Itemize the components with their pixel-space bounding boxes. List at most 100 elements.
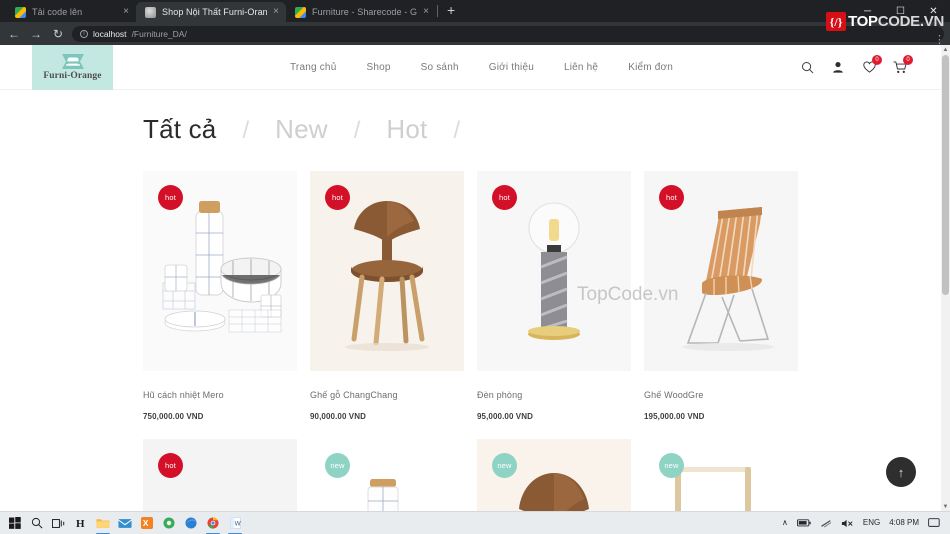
product-tag-badge: hot — [158, 453, 183, 478]
site-logo[interactable]: Furni-Orange — [32, 45, 113, 90]
product-thumbnail[interactable]: new — [310, 439, 464, 511]
chrome-menu-icon[interactable]: ⋮ — [934, 35, 945, 46]
product-card[interactable]: hot — [143, 171, 297, 421]
product-price: 195,000.00 VND — [644, 412, 705, 421]
user-icon[interactable] — [831, 60, 845, 74]
product-tag-badge: hot — [325, 185, 350, 210]
main-navigation: Trang chủ Shop So sánh Giới thiệu Liên h… — [290, 62, 673, 73]
task-view-icon[interactable] — [48, 512, 70, 534]
topcode-wordmark: TOPCODE.VN — [848, 14, 944, 29]
filter-separator: / — [353, 117, 361, 144]
scroll-up-arrow-icon[interactable]: ▲ — [941, 45, 950, 54]
tab-divider — [437, 5, 438, 17]
filter-separator: / — [242, 117, 250, 144]
chrome-canary-icon[interactable] — [158, 512, 180, 534]
page-scrollbar[interactable]: ▲ ▼ — [941, 45, 950, 511]
browser-tab-1[interactable]: Tải code lên × — [6, 2, 136, 22]
topcode-word-top: TOP — [848, 13, 878, 30]
product-thumbnail[interactable]: hot — [477, 171, 631, 371]
site-header: Furni-Orange Trang chủ Shop So sánh Giới… — [0, 45, 941, 90]
svg-text:H: H — [76, 518, 85, 529]
product-card[interactable]: hot — [310, 171, 464, 421]
clock[interactable]: 4:08 PM — [889, 519, 919, 527]
browser-tab-2[interactable]: Shop Nội Thất Furni-Orange × — [136, 2, 286, 22]
filter-tab-tat-ca[interactable]: Tất cả — [143, 114, 216, 145]
topcode-watermark-badge: {/} TOPCODE.VN ⋮ — [826, 11, 945, 46]
product-card[interactable]: new — [477, 439, 631, 511]
product-thumbnail[interactable]: new — [644, 439, 798, 511]
filter-separator: / — [453, 117, 461, 144]
scroll-to-top-button[interactable]: ↑ — [886, 457, 916, 487]
site-info-icon[interactable]: i — [80, 29, 88, 38]
tab-close-icon[interactable]: × — [273, 7, 279, 17]
product-card[interactable]: new — [644, 439, 798, 511]
browser-titlebar: Tải code lên × Shop Nội Thất Furni-Orang… — [0, 0, 950, 22]
notification-icon[interactable] — [928, 518, 940, 528]
product-name[interactable]: Hũ cách nhiệt Mero — [143, 371, 297, 400]
product-card[interactable]: hot — [477, 171, 631, 421]
product-tag-badge: hot — [158, 185, 183, 210]
nav-item-lien-he[interactable]: Liên hệ — [564, 62, 598, 73]
wifi-icon[interactable] — [820, 519, 832, 528]
product-thumbnail[interactable]: hot — [143, 439, 297, 511]
start-button[interactable] — [4, 512, 26, 534]
tray-chevron-icon[interactable]: ∧ — [782, 519, 788, 527]
product-thumbnail[interactable]: hot — [310, 171, 464, 371]
volume-muted-icon[interactable] — [841, 519, 854, 528]
product-grid-row-2: hot new new new — [0, 421, 941, 511]
product-name[interactable]: Ghế WoodGre — [644, 371, 798, 400]
word-icon[interactable]: W — [224, 512, 246, 534]
back-button[interactable]: ← — [6, 28, 22, 40]
nav-item-shop[interactable]: Shop — [366, 62, 390, 73]
tab-close-icon[interactable]: × — [123, 7, 129, 17]
web-page: Furni-Orange Trang chủ Shop So sánh Giới… — [0, 45, 941, 511]
windows-taskbar: H X W ∧ ENG 4:08 PM — [0, 511, 950, 534]
product-price: 750,000.00 VND — [143, 412, 204, 421]
nav-item-so-sanh[interactable]: So sánh — [421, 62, 459, 73]
edge-icon[interactable] — [180, 512, 202, 534]
product-card[interactable]: hot — [644, 171, 798, 421]
product-tag-badge: new — [659, 453, 684, 478]
reload-button[interactable]: ↻ — [50, 28, 66, 40]
haskell-app-icon[interactable]: H — [70, 512, 92, 534]
system-tray: ∧ ENG 4:08 PM — [782, 518, 946, 528]
language-indicator[interactable]: ENG — [863, 519, 880, 527]
tab-title: Furniture - Sharecode - Google D — [312, 7, 418, 17]
product-name[interactable]: Đèn phòng — [477, 371, 631, 400]
product-card[interactable]: hot — [143, 439, 297, 511]
product-thumbnail[interactable]: hot — [143, 171, 297, 371]
cart-icon[interactable]: 0 — [893, 55, 913, 74]
mail-icon[interactable] — [114, 512, 136, 534]
battery-icon[interactable] — [796, 519, 811, 527]
product-thumbnail[interactable]: new — [477, 439, 631, 511]
product-thumbnail[interactable]: hot — [644, 171, 798, 371]
product-card[interactable]: new — [310, 439, 464, 511]
new-tab-button[interactable]: + — [439, 3, 463, 19]
scroll-down-arrow-icon[interactable]: ▼ — [941, 502, 950, 511]
browser-tab-3[interactable]: Furniture - Sharecode - Google D × — [286, 2, 436, 22]
nav-item-trang-chu[interactable]: Trang chủ — [290, 62, 336, 73]
tab-close-icon[interactable]: × — [423, 7, 429, 17]
file-explorer-icon[interactable] — [92, 512, 114, 534]
nav-item-gioi-thieu[interactable]: Giới thiệu — [489, 62, 534, 73]
address-host: localhost — [93, 28, 127, 39]
tab-title: Tải code lên — [32, 7, 83, 17]
forward-button[interactable]: → — [28, 28, 44, 40]
xampp-icon[interactable]: X — [136, 512, 158, 534]
header-icon-group: 0 0 — [800, 55, 919, 74]
wishlist-count-badge: 0 — [872, 55, 882, 65]
address-path: /Furniture_DA/ — [131, 28, 187, 39]
nav-item-kiem-don[interactable]: Kiểm đơn — [628, 62, 673, 73]
wishlist-heart-icon[interactable]: 0 — [862, 55, 882, 74]
search-icon[interactable] — [26, 512, 48, 534]
scrollbar-thumb[interactable] — [942, 55, 949, 295]
filter-tab-new[interactable]: New — [275, 114, 328, 145]
chrome-icon[interactable] — [202, 512, 224, 534]
address-bar[interactable]: i localhost/Furniture_DA/ — [72, 25, 944, 42]
page-viewport: Furni-Orange Trang chủ Shop So sánh Giới… — [0, 45, 950, 511]
product-name[interactable]: Ghế gỗ ChangChang — [310, 371, 464, 400]
search-icon[interactable] — [800, 60, 814, 74]
filter-tab-hot[interactable]: Hot — [386, 114, 427, 145]
bed-icon — [60, 53, 86, 70]
svg-text:X: X — [143, 518, 149, 528]
